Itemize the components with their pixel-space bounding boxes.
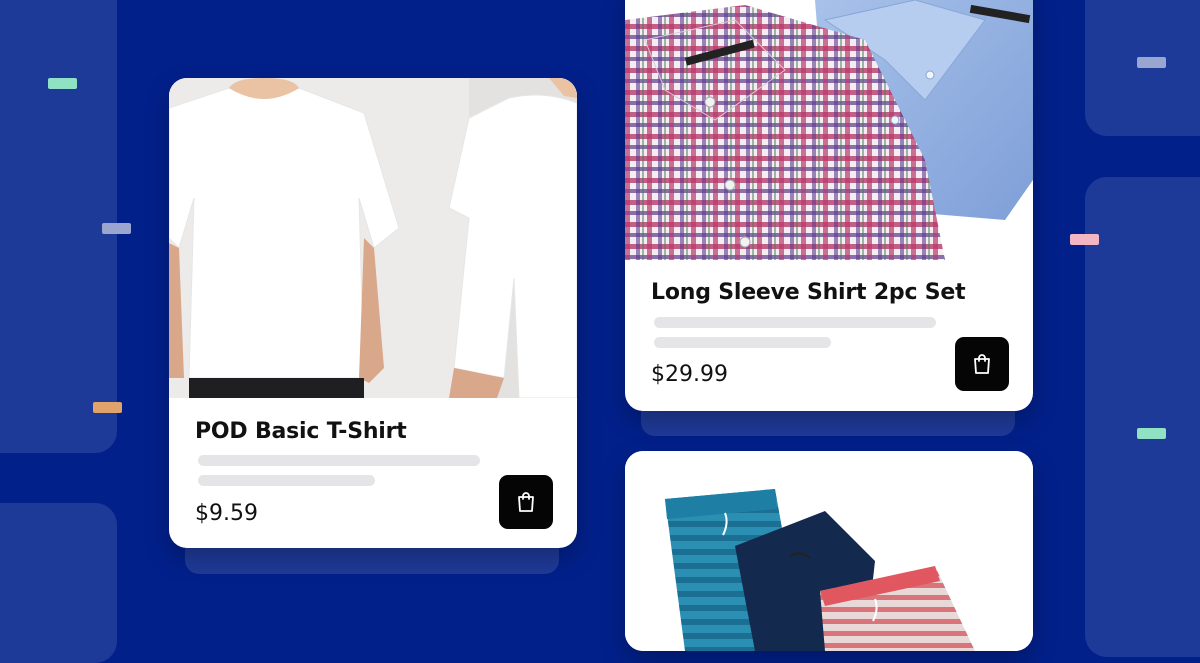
product-image-tshirt — [169, 78, 577, 398]
accent-dash-mint — [48, 78, 77, 89]
description-placeholder-line — [654, 337, 831, 348]
add-to-cart-button[interactable] — [499, 475, 553, 529]
accent-dash-pink — [1070, 234, 1099, 245]
product-card-long-sleeve-shirt[interactable]: Long Sleeve Shirt 2pc Set $29.99 — [625, 0, 1033, 411]
accent-dash-orange — [93, 402, 122, 413]
shopping-bag-icon — [518, 492, 534, 512]
product-title: Long Sleeve Shirt 2pc Set — [651, 280, 966, 305]
product-image-shorts — [625, 451, 1033, 651]
bg-panel-right-bottom — [1085, 177, 1200, 657]
bg-panel-right-top — [1085, 0, 1200, 136]
description-placeholder-line — [654, 317, 936, 328]
bg-panel-left-top — [0, 0, 117, 453]
product-title: POD Basic T-Shirt — [195, 419, 407, 444]
product-price: $9.59 — [195, 501, 258, 526]
accent-dash-gray — [102, 223, 131, 234]
product-image-long-sleeve-shirt — [625, 0, 1033, 260]
product-price: $29.99 — [651, 362, 728, 387]
shopping-bag-icon — [974, 354, 990, 374]
product-card-tshirt[interactable]: POD Basic T-Shirt $9.59 — [169, 78, 577, 548]
bg-panel-left-bottom — [0, 503, 117, 663]
description-placeholder-line — [198, 475, 375, 486]
description-placeholder-line — [198, 455, 480, 466]
product-card-shorts[interactable] — [625, 451, 1033, 651]
add-to-cart-button[interactable] — [955, 337, 1009, 391]
accent-dash-gray-right — [1137, 57, 1166, 68]
accent-dash-mint-right — [1137, 428, 1166, 439]
